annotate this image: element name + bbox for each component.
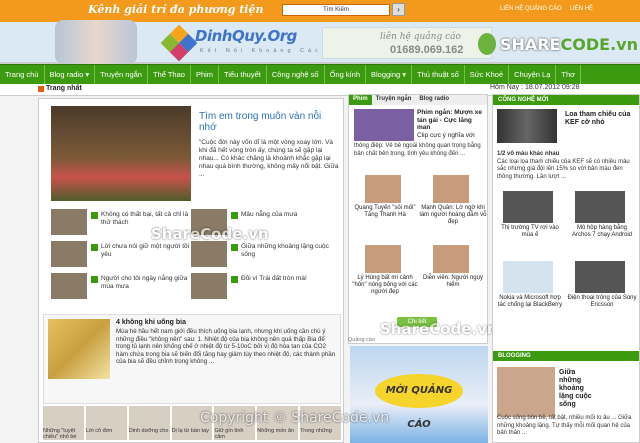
strip-item[interactable]: Dinh dưỡng cho (128, 406, 170, 440)
nav-item[interactable]: Thủ thuật số (412, 65, 465, 84)
main-column: Tìm em trong muôn vàn nỗi nhớ "Cuộc đời … (38, 98, 344, 443)
video-title[interactable]: Phim ngắn: Mượn xe tán gái - Cực lãng ma… (417, 109, 487, 139)
related-item[interactable]: Người cho tôi ngày nắng giữa mùa mưa (51, 273, 191, 301)
watermark-text: ShareCode.vn (380, 320, 498, 338)
nav-item[interactable]: Chuyện Lạ (509, 65, 557, 84)
media-box: Phim Truyện ngắn Blog radio Phim ngắn: M… (348, 94, 488, 344)
blog-image[interactable] (497, 367, 555, 417)
current-date: Hôm Nay : 18.07.2012 09:28 (490, 84, 580, 91)
site-logo[interactable]: DinhQuy.Org (195, 27, 297, 45)
tab-phim[interactable]: Phim (349, 95, 372, 105)
nav-item[interactable]: Tiểu thuyết (219, 65, 267, 84)
media-tabs: Phim Truyện ngắn Blog radio (349, 95, 487, 105)
right-column: CÔNG NGHỆ MỚI Loa tham chiếu của KEF cỡ … (492, 94, 640, 443)
sharecode-watermark: SHARECODE.vn (478, 30, 638, 58)
banner-ad-phone: 01689.069.162 (390, 44, 464, 56)
blog-title[interactable]: Giữa những khoảng lặng cuộc sống (559, 369, 595, 409)
tech-summary: 1/2 vô màu khác nhau Các loại loa tham ch… (497, 151, 630, 180)
media-item[interactable]: Mạnh Quân: Lờ ngờ khi làm người hoàng dẫ… (419, 175, 487, 225)
logo-icon (160, 24, 198, 62)
nav-item[interactable]: Phim (191, 65, 220, 84)
watermark-text: ShareCode.vn (151, 225, 269, 243)
nav-item[interactable]: Công nghệ số (267, 65, 325, 84)
tech-item[interactable]: Nokia và Microsoft hợp tác chống lại Bla… (495, 261, 565, 319)
rss-icon (38, 86, 44, 92)
nav-item[interactable]: Thơ (556, 65, 582, 84)
nav-item[interactable]: Sức Khoẻ (465, 65, 510, 84)
top-bar: Kênh giải trí đa phương tiện Tìm Kiếm › … (0, 0, 640, 22)
featured-summary: "Cuộc đời này vốn dĩ là một vòng xoay lớ… (199, 139, 339, 178)
section-header-blogging: BLOGGING (493, 351, 639, 361)
section-title: Trang nhất (46, 85, 82, 92)
related-item[interactable]: Giữa những khoảng lặng cuộc sống (191, 241, 331, 269)
tab-truyen-ngan[interactable]: Truyện ngắn (372, 95, 416, 105)
contact-ads-link[interactable]: LIÊN HỆ QUẢNG CÁO (500, 6, 562, 12)
section-header-tech: CÔNG NGHỆ MỚI (493, 95, 639, 105)
related-item[interactable]: Lời chưa nói giữ một người tồi yêu (51, 241, 191, 269)
strip-item[interactable]: Lời cô đơn (85, 406, 127, 440)
main-nav: Trang chủ Blog radio ▾ Truyện ngắn Thể Thao… (0, 64, 640, 84)
media-item[interactable]: Diễn viên: Người ngụy hiểm (419, 245, 487, 288)
video-thumb[interactable] (354, 109, 414, 141)
nav-item[interactable]: Blogging ▾ (366, 65, 413, 84)
nav-item[interactable]: Truyện ngắn (95, 65, 148, 84)
video-summary: thông điệp: Vẻ bề ngoài không quan trọng… (354, 143, 481, 157)
featured-title[interactable]: Tìm em trong muôn vàn nỗi nhớ (199, 111, 339, 133)
blog-summary: Cuộc sống bôn bề, tất bật, nhiều mối lo … (497, 415, 632, 436)
strip-item[interactable]: Những "tuyệt chiêu" nhỏ bé (43, 406, 84, 440)
article-block: 4 không khi uống bia Mùa hè hầu hết nam … (43, 314, 341, 404)
article-summary: Mùa hè hầu hết nam giới đều thích uống b… (116, 328, 336, 365)
article-image[interactable] (48, 319, 110, 379)
contact-link[interactable]: LIÊN HỆ (570, 6, 593, 12)
ad-banner[interactable]: MỜI QUẢNG CÁO (350, 346, 488, 443)
logo-subtitle: Kết Nối Khoảng Cách (200, 48, 329, 54)
nav-item[interactable]: Ống kính (325, 65, 366, 84)
nav-item[interactable]: Trang chủ (0, 65, 45, 84)
tech-item[interactable]: Điện thoại trông của Sony Ericsson (567, 261, 637, 319)
speaker-image[interactable] (497, 109, 557, 143)
search-go-button[interactable]: › (392, 3, 405, 16)
copyright-watermark: Copyright © ShareCode.vn (200, 410, 390, 426)
tagline: Kênh giải trí đa phương tiện (88, 3, 264, 16)
ad-label: Quảng cáo (348, 337, 375, 343)
media-item[interactable]: Lý Hùng bất mí cảnh "hôn" nóng bỏng với … (351, 245, 419, 295)
header-links: LIÊN HỆ QUẢNG CÁO LIÊN HỆ (500, 6, 593, 12)
article-title[interactable]: 4 không khi uống bia (116, 319, 186, 326)
nav-item[interactable]: Blog radio ▾ (45, 65, 96, 84)
featured-image[interactable] (51, 106, 191, 201)
ad-banner-text: MỜI QUẢNG CÁO (375, 374, 463, 430)
banner-ad-text: liên hệ quảng cáo (380, 32, 461, 42)
media-item[interactable]: Quang Tuyến "sỏi mối" Tăng Thanh Hà (351, 175, 419, 218)
sharecode-icon (478, 33, 496, 55)
related-item[interactable]: Đôi vì Trái đất tròn mà! (191, 273, 331, 301)
tech-item[interactable]: Mô hộp hàng bằng Archos 7 chạy Android (567, 191, 637, 249)
nav-item[interactable]: Thể Thao (148, 65, 191, 84)
search-input[interactable]: Tìm Kiếm (282, 4, 390, 16)
banner-photo (55, 20, 137, 64)
tech-title[interactable]: Loa tham chiếu của KEF cỡ nhỏ (565, 111, 637, 127)
site-banner: DinhQuy.Org Kết Nối Khoảng Cách liên hệ … (0, 20, 640, 64)
tech-item[interactable]: Thị trường TV rơi vào mùa ế (495, 191, 565, 249)
tab-blog-radio[interactable]: Blog radio (415, 95, 453, 105)
